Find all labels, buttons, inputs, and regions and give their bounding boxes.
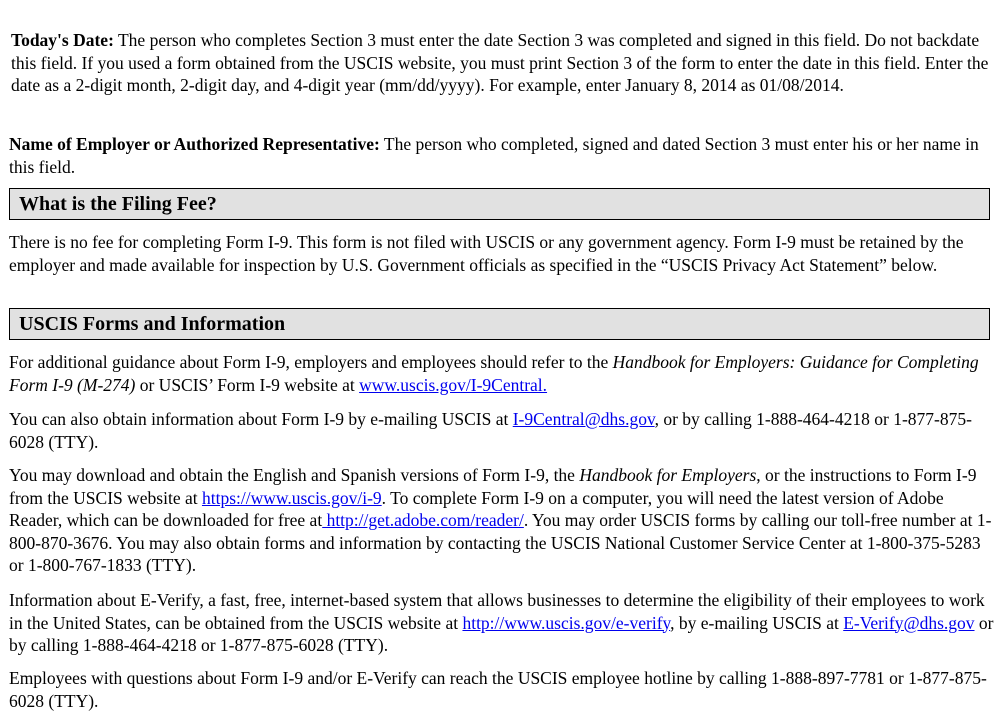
everify-link[interactable]: http://www.uscis.gov/e-verify — [462, 613, 670, 633]
filing-fee-paragraph: There is no fee for completing Form I-9.… — [9, 231, 994, 276]
document-page: Today's Date: The person who completes S… — [0, 0, 1002, 720]
employer-name-label: Name of Employer or Authorized Represent… — [9, 134, 380, 154]
employer-name-paragraph: Name of Employer or Authorized Represent… — [9, 133, 994, 178]
i9central-email-link[interactable]: I-9Central@dhs.gov — [513, 409, 655, 429]
everify-text-2: , by e-mailing USCIS at — [670, 612, 844, 633]
filing-fee-section-header: What is the Filing Fee? — [9, 188, 990, 220]
email-info-text: You can also obtain information about Fo… — [9, 409, 513, 429]
everify-paragraph: Information about E-Verify, a fast, free… — [9, 589, 994, 657]
todays-date-label: Today's Date: — [11, 30, 114, 50]
everify-email-link[interactable]: E-Verify@dhs.gov — [843, 613, 974, 633]
filing-fee-heading: What is the Filing Fee? — [19, 193, 217, 215]
filing-fee-text: There is no fee for completing Form I-9.… — [9, 232, 964, 275]
guidance-text: For additional guidance about Form I-9, … — [9, 352, 613, 372]
i9central-link[interactable]: www.uscis.gov/I-9Central. — [359, 375, 547, 395]
email-info-paragraph: You can also obtain information about Fo… — [9, 408, 994, 453]
handbook-short-title: Handbook for Employers — [579, 465, 757, 485]
todays-date-text: The person who completes Section 3 must … — [11, 30, 989, 95]
download-paragraph: You may download and obtain the English … — [9, 464, 994, 577]
hotline-paragraph: Employees with questions about Form I-9 … — [9, 667, 994, 712]
forms-info-section-header: USCIS Forms and Information — [9, 308, 990, 340]
uscis-i9-link[interactable]: https://www.uscis.gov/i-9 — [202, 488, 382, 508]
todays-date-paragraph: Today's Date: The person who completes S… — [11, 29, 994, 97]
hotline-text: Employees with questions about Form I-9 … — [9, 668, 987, 711]
adobe-reader-link[interactable]: http://get.adobe.com/reader/ — [322, 510, 524, 530]
guidance-text-2: or USCIS’ Form I-9 website at — [135, 374, 360, 395]
guidance-paragraph: For additional guidance about Form I-9, … — [9, 351, 994, 396]
download-text: You may download and obtain the English … — [9, 465, 580, 485]
forms-info-heading: USCIS Forms and Information — [19, 313, 286, 335]
